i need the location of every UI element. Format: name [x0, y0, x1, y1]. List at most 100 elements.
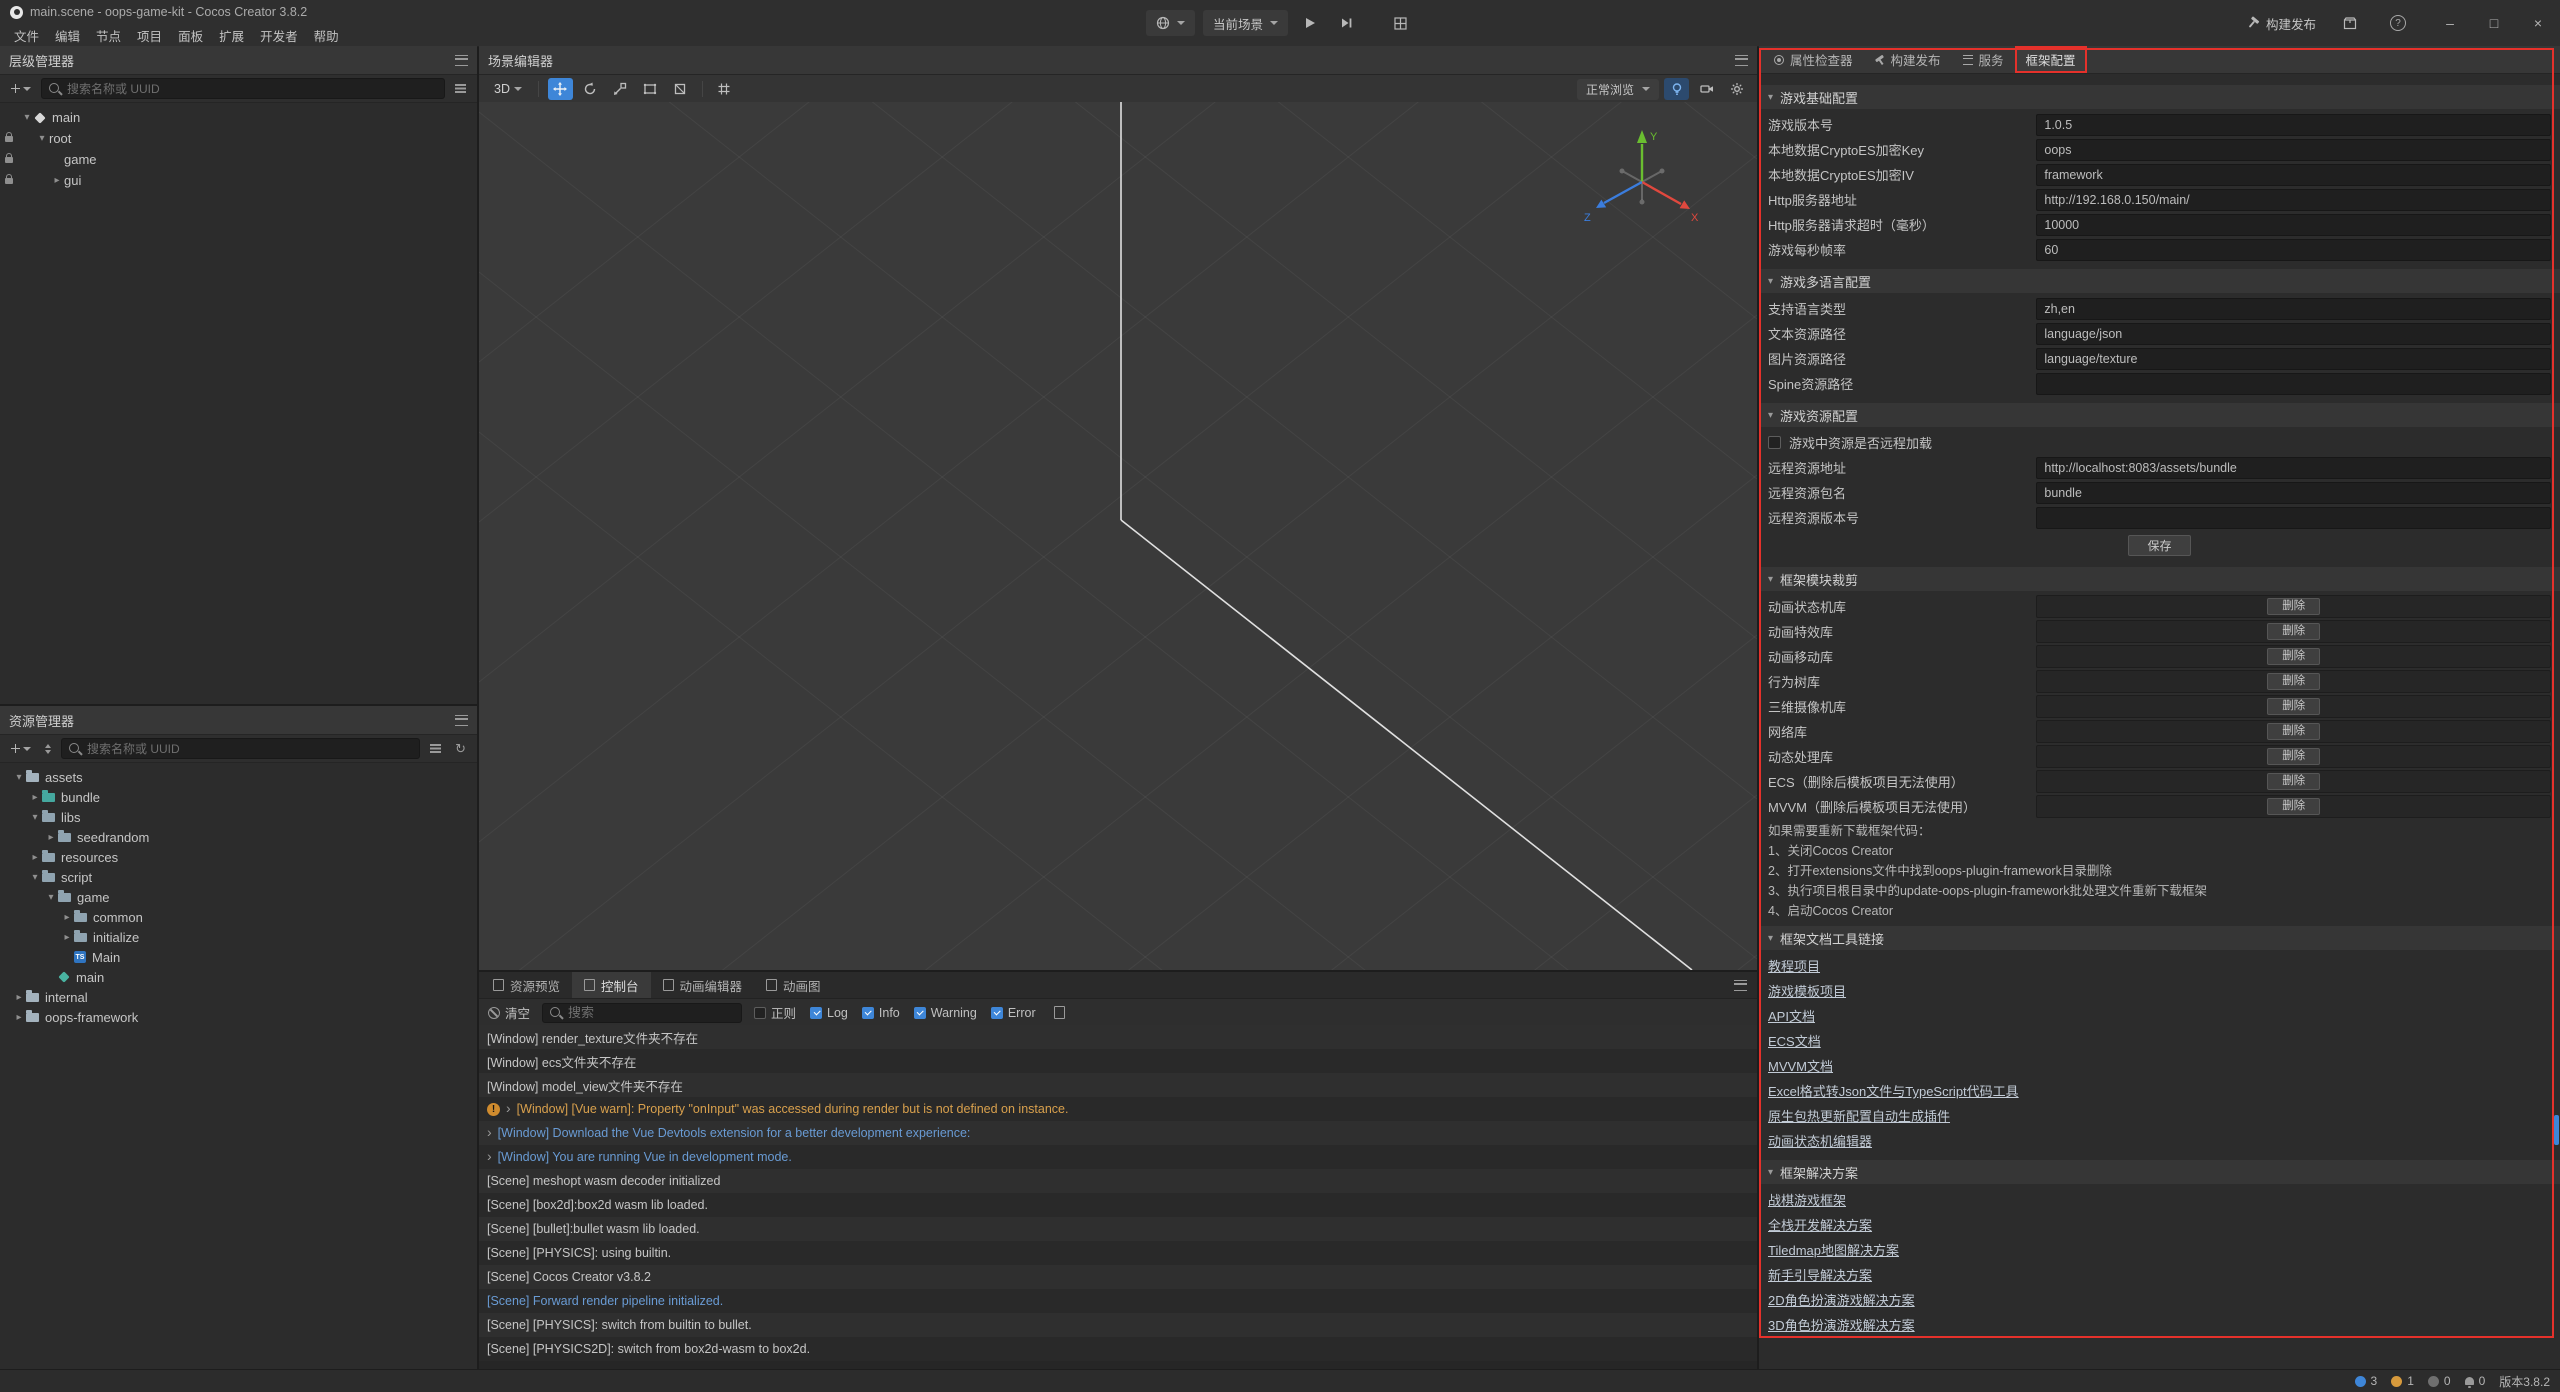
- delete-module-button[interactable]: 删除: [2267, 798, 2320, 815]
- sort-assets-button[interactable]: [41, 739, 55, 758]
- doc-link[interactable]: 2D角色扮演游戏解决方案: [1768, 1290, 1915, 1309]
- clear-console-button[interactable]: 清空: [488, 1003, 530, 1022]
- expand-caret-icon[interactable]: [487, 1149, 492, 1163]
- delete-module-button[interactable]: 删除: [2267, 748, 2320, 765]
- console-error-counter[interactable]: 0: [2428, 1374, 2451, 1388]
- value-input[interactable]: [2036, 373, 2551, 395]
- lock-icon[interactable]: [5, 136, 13, 142]
- view-mode-select[interactable]: 正常浏览: [1577, 79, 1659, 100]
- hierarchy-filter-button[interactable]: [451, 79, 470, 98]
- menu-item[interactable]: 帮助: [306, 26, 347, 45]
- log-row[interactable]: [Window] ecs文件夹不存在: [479, 1049, 1757, 1073]
- notification-counter[interactable]: 0: [2465, 1374, 2486, 1388]
- log-row[interactable]: [Window] [Vue warn]: Property "onInput" …: [479, 1097, 1757, 1121]
- delete-module-button[interactable]: 删除: [2267, 623, 2320, 640]
- orientation-gizmo[interactable]: Y X Z: [1577, 124, 1707, 239]
- asset-node[interactable]: script: [0, 867, 477, 887]
- panel-menu-icon[interactable]: [455, 715, 468, 726]
- console-search-input[interactable]: [566, 1004, 737, 1021]
- expand-arrow-icon[interactable]: [12, 992, 26, 1003]
- asset-node[interactable]: assets: [0, 767, 477, 787]
- package-button[interactable]: [2336, 10, 2364, 36]
- chevron-down-icon[interactable]: [1768, 410, 1773, 421]
- log-row[interactable]: [Scene] [PHYSICS]: switch from builtin t…: [479, 1313, 1757, 1337]
- hierarchy-node[interactable]: game: [0, 149, 477, 170]
- asset-node[interactable]: internal: [0, 987, 477, 1007]
- log-filter-checkbox[interactable]: 正则: [754, 1003, 796, 1022]
- move-tool-button[interactable]: [548, 78, 573, 100]
- log-filter-checkbox[interactable]: Log: [810, 1006, 848, 1020]
- asset-node[interactable]: oops-framework: [0, 1007, 477, 1027]
- rect-tool-button[interactable]: [638, 78, 663, 100]
- panel-menu-icon[interactable]: [455, 55, 468, 66]
- doc-link[interactable]: Excel格式转Json文件与TypeScript代码工具: [1768, 1081, 2019, 1100]
- log-filter-checkbox[interactable]: Error: [991, 1006, 1036, 1020]
- delete-module-button[interactable]: 删除: [2267, 773, 2320, 790]
- scene-settings-button[interactable]: [1724, 78, 1749, 100]
- refresh-assets-button[interactable]: ↻: [451, 739, 470, 758]
- step-button[interactable]: [1332, 10, 1360, 36]
- doc-link[interactable]: 新手引导解决方案: [1768, 1265, 1872, 1284]
- value-input[interactable]: bundle: [2036, 482, 2551, 504]
- value-input[interactable]: 60: [2036, 239, 2551, 261]
- console-info-counter[interactable]: 3: [2355, 1374, 2378, 1388]
- build-publish-button[interactable]: 构建发布: [2246, 14, 2316, 33]
- mode-3d-toggle[interactable]: 3D: [487, 78, 529, 100]
- expand-arrow-icon[interactable]: [60, 912, 74, 923]
- hierarchy-node[interactable]: gui: [0, 170, 477, 191]
- value-input[interactable]: oops: [2036, 139, 2551, 161]
- console-warning-counter[interactable]: 1: [2391, 1374, 2414, 1388]
- asset-node[interactable]: bundle: [0, 787, 477, 807]
- menu-item[interactable]: 编辑: [47, 26, 88, 45]
- assets-search-input[interactable]: [85, 741, 415, 757]
- chevron-down-icon[interactable]: [1768, 92, 1773, 103]
- value-input[interactable]: language/texture: [2036, 348, 2551, 370]
- minimize-button[interactable]: –: [2428, 0, 2472, 46]
- value-input[interactable]: language/json: [2036, 323, 2551, 345]
- tab-console[interactable]: 控制台: [572, 972, 651, 998]
- layout-button[interactable]: [1386, 10, 1414, 36]
- asset-node[interactable]: game: [0, 887, 477, 907]
- log-row[interactable]: [Window] model_view文件夹不存在: [479, 1073, 1757, 1097]
- snap-grid-button[interactable]: [712, 78, 737, 100]
- asset-node[interactable]: seedrandom: [0, 827, 477, 847]
- doc-link[interactable]: MVVM文档: [1768, 1056, 1833, 1075]
- scene-header[interactable]: 场景编辑器: [479, 46, 1757, 75]
- assets-filter-button[interactable]: [426, 739, 445, 758]
- tab-asset-preview[interactable]: 资源预览: [481, 972, 572, 998]
- menu-item[interactable]: 面板: [170, 26, 211, 45]
- value-input[interactable]: framework: [2036, 164, 2551, 186]
- tab-animation-editor[interactable]: 动画编辑器: [651, 972, 755, 998]
- value-input[interactable]: zh,en: [2036, 298, 2551, 320]
- asset-node[interactable]: Main: [0, 947, 477, 967]
- light-toggle-button[interactable]: [1664, 78, 1689, 100]
- hierarchy-node[interactable]: root: [0, 128, 477, 149]
- platform-select[interactable]: [1146, 10, 1195, 36]
- help-button[interactable]: [2384, 10, 2412, 36]
- expand-caret-icon[interactable]: [487, 1125, 492, 1139]
- menu-item[interactable]: 节点: [88, 26, 129, 45]
- asset-node[interactable]: libs: [0, 807, 477, 827]
- doc-link[interactable]: 战棋游戏框架: [1768, 1190, 1846, 1209]
- save-button[interactable]: 保存: [2128, 535, 2190, 556]
- expand-arrow-icon[interactable]: [44, 892, 58, 903]
- doc-link[interactable]: Tiledmap地图解决方案: [1768, 1240, 1899, 1259]
- doc-link[interactable]: ECS文档: [1768, 1031, 1821, 1050]
- panel-menu-icon[interactable]: [1734, 980, 1747, 991]
- chevron-down-icon[interactable]: [1768, 276, 1773, 287]
- log-row[interactable]: [Scene] Cocos Creator v3.8.2: [479, 1265, 1757, 1289]
- expand-arrow-icon[interactable]: [60, 932, 74, 943]
- transform-tool-button[interactable]: [668, 78, 693, 100]
- rotate-tool-button[interactable]: [578, 78, 603, 100]
- value-input[interactable]: 1.0.5: [2036, 114, 2551, 136]
- log-row[interactable]: [Window] render_texture文件夹不存在: [479, 1025, 1757, 1049]
- asset-node[interactable]: main: [0, 967, 477, 987]
- delete-module-button[interactable]: 删除: [2267, 723, 2320, 740]
- expand-arrow-icon[interactable]: [28, 852, 42, 863]
- expand-arrow-icon[interactable]: [28, 792, 42, 803]
- doc-link[interactable]: 游戏模板项目: [1768, 981, 1846, 1000]
- open-log-file-button[interactable]: [1048, 1003, 1069, 1022]
- play-button[interactable]: [1296, 10, 1324, 36]
- menu-item[interactable]: 扩展: [211, 26, 252, 45]
- doc-link[interactable]: 教程项目: [1768, 956, 1820, 975]
